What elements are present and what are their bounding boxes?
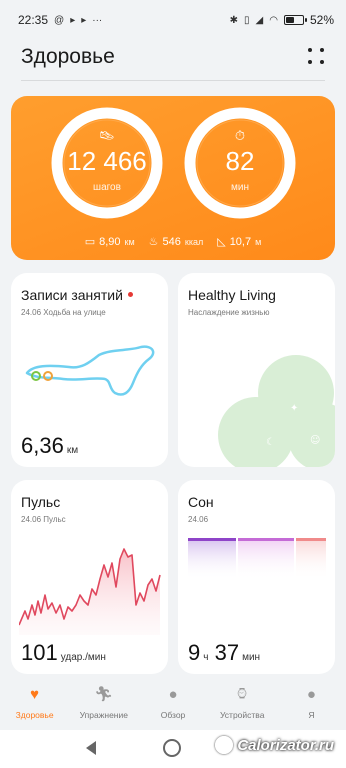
page-title: Здоровье bbox=[21, 45, 115, 68]
more-notifications-icon: ··· bbox=[92, 14, 103, 26]
cards-menu-button[interactable] bbox=[308, 48, 326, 66]
minutes-value: 82 bbox=[225, 146, 255, 176]
at-icon: @ bbox=[54, 14, 65, 26]
workout-distance: 6,36 км bbox=[21, 433, 79, 458]
stopwatch-icon: ⏱︎ bbox=[234, 128, 246, 143]
clover-icon: ✦ ☾ ☺ bbox=[218, 355, 335, 467]
home-button[interactable] bbox=[163, 739, 181, 757]
workout-title: Записи занятий bbox=[21, 287, 133, 303]
watermark-logo-icon bbox=[215, 736, 234, 754]
activity-summary: ▭ 8,90 км ♨ 546 ккал ◺ 10,7 м bbox=[11, 235, 335, 249]
ruler-icon: ▭ bbox=[84, 236, 96, 248]
header: Здоровье bbox=[0, 40, 346, 82]
bottom-tab-bar: ♥ Здоровье 🏃︎ Упражнение ● Обзор ⌚︎ Устр… bbox=[0, 676, 346, 730]
pulse-subtitle: 24.06 Пульс bbox=[21, 515, 66, 524]
system-navigation-bar: Calorizator.ru bbox=[0, 730, 346, 768]
minutes-ring: ⏱︎ 82 мин bbox=[183, 106, 297, 220]
calories-stat: ♨ 546 ккал bbox=[148, 235, 204, 249]
tab-me[interactable]: ● Я bbox=[277, 676, 346, 730]
play-icon: ▸ bbox=[70, 14, 76, 26]
activity-rings-card[interactable]: 👟︎ 12 466 шагов ⏱︎ 82 мин ▭ 8,90 км ♨ 54… bbox=[11, 96, 335, 260]
svg-text:☾: ☾ bbox=[266, 437, 275, 448]
floors-stat: ◺ 10,7 м bbox=[217, 235, 262, 249]
tab-discover[interactable]: ● Обзор bbox=[138, 676, 207, 730]
tab-devices[interactable]: ⌚︎ Устройства bbox=[208, 676, 277, 730]
sleep-card[interactable]: Сон 24.06 9ч 37 мин bbox=[178, 480, 335, 674]
steps-unit: шагов bbox=[93, 182, 121, 193]
sleep-duration: 9ч 37 мин bbox=[188, 640, 261, 665]
pulse-title: Пульс bbox=[21, 494, 61, 510]
new-record-dot bbox=[127, 292, 133, 297]
status-time: 22:35 bbox=[18, 13, 49, 27]
watermark: Calorizator.ru bbox=[215, 736, 334, 754]
watch-icon: ⌚︎ bbox=[234, 686, 250, 703]
pulse-value: 101 удар./мин bbox=[21, 640, 106, 665]
flame-icon: ♨ bbox=[148, 236, 159, 248]
minutes-unit: мин bbox=[231, 182, 249, 193]
distance-stat: ▭ 8,90 км bbox=[84, 235, 135, 249]
route-map bbox=[25, 345, 155, 396]
play-icon: ▸ bbox=[81, 14, 87, 26]
workout-records-card[interactable]: Записи занятий 24.06 Ходьба на улице 6,3… bbox=[11, 273, 168, 467]
globe-icon: ● bbox=[168, 685, 178, 703]
healthy-living-card[interactable]: Healthy Living Наслаждение жизнью ✦ ☾ ☺ bbox=[178, 273, 335, 467]
svg-text:✦: ✦ bbox=[290, 403, 298, 414]
healthy-title: Healthy Living bbox=[188, 287, 276, 303]
battery-icon bbox=[283, 15, 307, 25]
shoe-icon: 👟︎ bbox=[98, 128, 116, 143]
svg-text:☺: ☺ bbox=[310, 435, 320, 446]
healthy-subtitle: Наслаждение жизнью bbox=[188, 308, 270, 317]
heart-pulse-icon: ♥ bbox=[30, 685, 40, 703]
tab-health[interactable]: ♥ Здоровье bbox=[0, 676, 69, 730]
vibrate-icon: ▯ bbox=[244, 14, 250, 26]
sleep-stages-chart bbox=[188, 538, 326, 580]
heart-rate-card[interactable]: Пульс 24.06 Пульс 101 удар./мин bbox=[11, 480, 168, 674]
bluetooth-icon: ✱ bbox=[229, 14, 239, 26]
steps-value: 12 466 bbox=[67, 146, 147, 176]
divider bbox=[21, 80, 325, 81]
user-icon: ● bbox=[306, 685, 316, 703]
status-bar: 22:35 @ ▸ ▸ ··· ✱ ▯ ◢ ◠ 52% bbox=[0, 0, 346, 40]
heart-rate-graph bbox=[19, 548, 161, 635]
running-icon: 🏃︎ bbox=[94, 686, 114, 703]
workout-subtitle: 24.06 Ходьба на улице bbox=[21, 308, 106, 317]
tab-exercise[interactable]: 🏃︎ Упражнение bbox=[69, 676, 138, 730]
steps-ring: 👟︎ 12 466 шагов bbox=[50, 106, 164, 220]
signal-icon: ◢ bbox=[255, 14, 264, 26]
back-button[interactable] bbox=[86, 741, 96, 755]
sleep-subtitle: 24.06 bbox=[188, 515, 209, 524]
stairs-icon: ◺ bbox=[217, 236, 226, 248]
battery-percent: 52% bbox=[309, 13, 334, 27]
sleep-title: Сон bbox=[188, 494, 214, 510]
wifi-icon: ◠ bbox=[269, 14, 278, 26]
